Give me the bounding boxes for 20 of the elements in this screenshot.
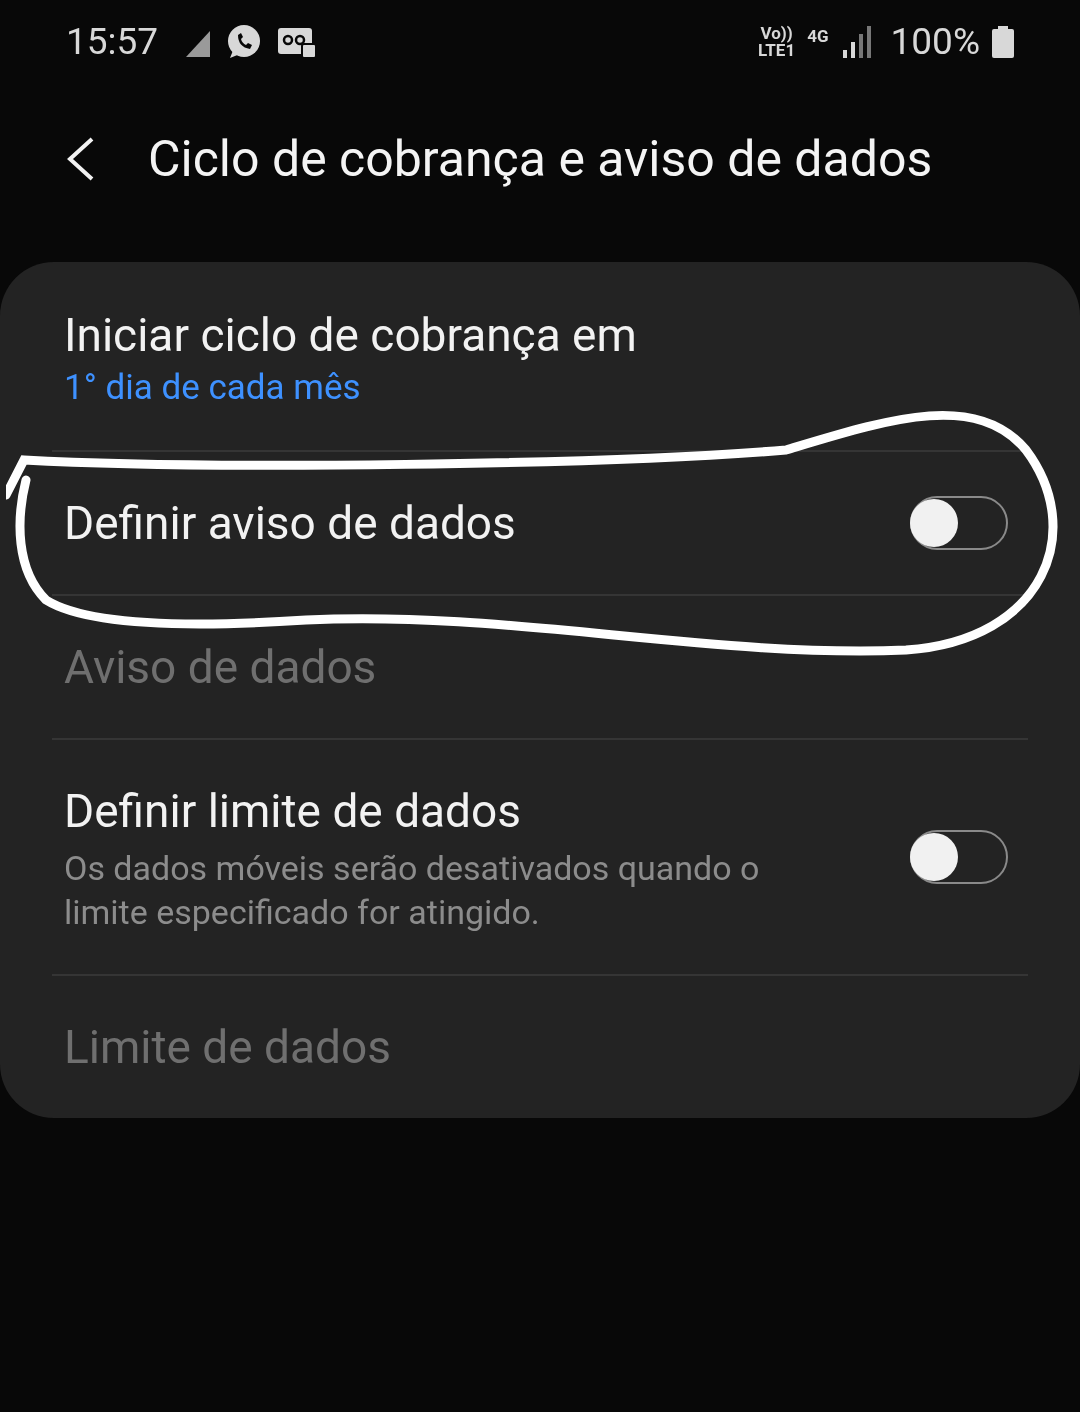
toggle-switch[interactable]: [910, 830, 1008, 884]
setting-title[interactable]: Iniciar ciclo de cobrança em: [64, 306, 1016, 364]
voicemail-icon: [278, 26, 317, 58]
toggle-switch[interactable]: [910, 496, 1008, 550]
setting-title[interactable]: Definir aviso de dados: [64, 492, 894, 554]
page-title: Ciclo de cobrança e aviso de dados: [148, 128, 933, 190]
setting-description: Os dados móveis serão desativados quando o limite especificado for atingido.: [64, 847, 761, 934]
lte-label: LTE1: [758, 42, 796, 59]
signal-icon: [842, 26, 871, 58]
battery-percentage: 100%: [890, 19, 980, 66]
back-icon[interactable]: [66, 137, 96, 181]
volte-label: Vo)): [760, 25, 793, 42]
clock: 15:57: [66, 19, 159, 66]
chat-icon: [226, 24, 263, 60]
setting-title[interactable]: Definir limite de dados: [64, 780, 894, 842]
network-label: 4G: [807, 25, 829, 48]
setting-title: Limite de dados: [64, 1020, 391, 1074]
setting-title: Aviso de dados: [64, 640, 377, 694]
setting-value: 1° dia de cada mês: [64, 366, 362, 410]
battery-icon: [992, 26, 1014, 58]
